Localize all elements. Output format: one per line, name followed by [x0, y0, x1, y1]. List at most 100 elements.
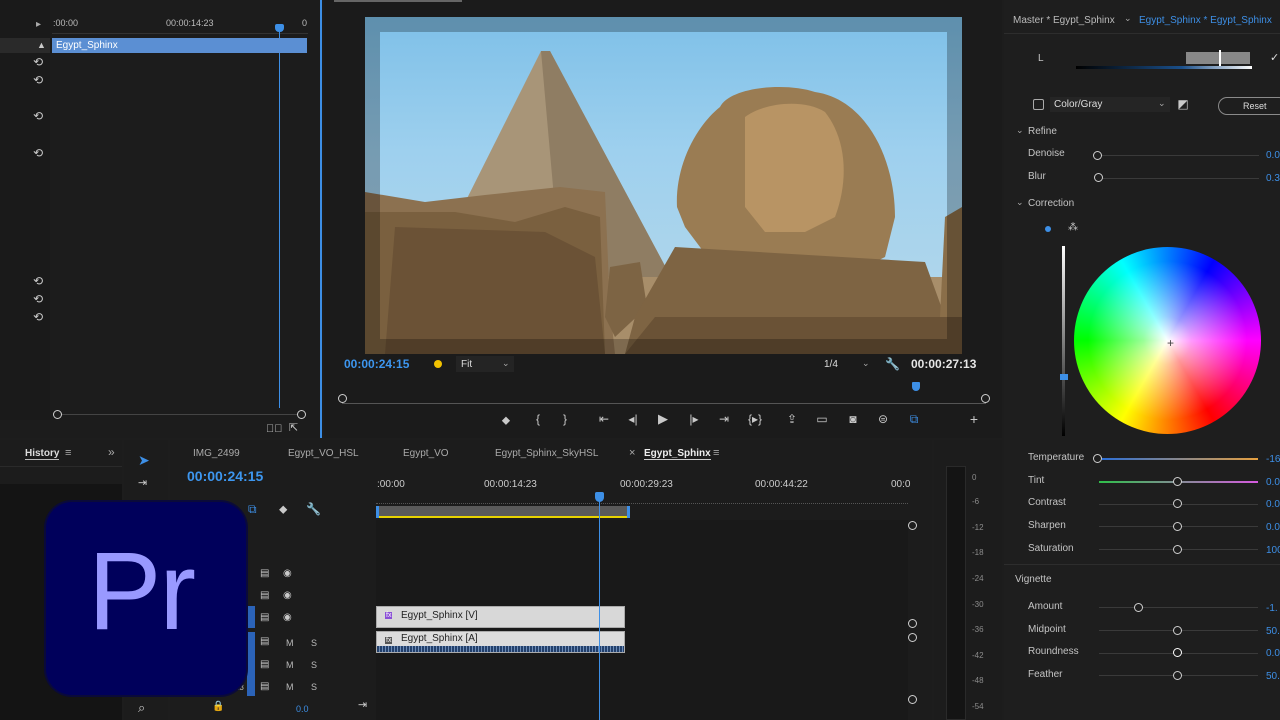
video-clip[interactable]: fx Egypt_Sphinx [V]: [376, 606, 625, 628]
amount-knob[interactable]: [1134, 603, 1143, 612]
eye-icon[interactable]: ◉: [283, 568, 292, 580]
sync-lock-icon[interactable]: ▤: [260, 568, 269, 580]
solo-button[interactable]: S: [311, 638, 317, 648]
colorgray-dropdown[interactable]: Color/Gray ⌄: [1050, 97, 1170, 112]
scroll-handle-left[interactable]: [53, 410, 62, 419]
track-target-v1[interactable]: [247, 606, 255, 628]
mute-button[interactable]: M: [286, 682, 294, 692]
roundness-value[interactable]: 0.0: [1266, 648, 1280, 659]
volume-value[interactable]: 0.0: [296, 704, 309, 714]
amount-value[interactable]: -1.: [1266, 603, 1278, 614]
blur-knob[interactable]: [1094, 173, 1103, 182]
eye-icon[interactable]: ◉: [283, 612, 292, 624]
export-frame-icon[interactable]: ▸⃞: [266, 423, 283, 435]
track-target-a1[interactable]: [247, 632, 255, 696]
blur-slider[interactable]: [1099, 178, 1259, 179]
l-gradient-slider[interactable]: [1076, 66, 1252, 69]
vscroll-handle[interactable]: [908, 633, 917, 642]
play-in-to-out-icon[interactable]: {▸}: [746, 413, 764, 425]
mark-out-icon[interactable]: }: [558, 413, 572, 425]
vscroll-handle[interactable]: [908, 619, 917, 628]
timeline-tab-3[interactable]: Egypt_Sphinx_SkyHSL: [495, 448, 598, 459]
three-wheel-icon[interactable]: ⁂: [1067, 222, 1079, 234]
master-clip-tab[interactable]: Master * Egypt_Sphinx: [1013, 15, 1115, 26]
snap-icon[interactable]: ⧉: [248, 503, 257, 515]
scrubber-handle-right[interactable]: [981, 394, 990, 403]
mute-button[interactable]: M: [286, 660, 294, 670]
marker-dot[interactable]: [434, 360, 442, 368]
expand-panels-icon[interactable]: »: [108, 445, 115, 459]
collapse-icon[interactable]: ▲: [37, 40, 46, 50]
add-marker-icon[interactable]: ⬥: [279, 503, 287, 515]
program-video-frame[interactable]: [365, 17, 962, 354]
play-arrow-icon[interactable]: ▸: [36, 19, 41, 30]
step-forward-icon[interactable]: |▸: [686, 413, 702, 425]
solo-button[interactable]: S: [311, 682, 317, 692]
denoise-slider[interactable]: [1099, 155, 1259, 156]
chevron-down-icon[interactable]: ⌄: [1016, 125, 1024, 136]
sharpen-value[interactable]: 0.0: [1266, 522, 1280, 533]
saturation-value[interactable]: 100: [1266, 545, 1280, 556]
panel-menu-icon[interactable]: ≡: [713, 447, 719, 459]
reset-icon[interactable]: ⟲: [32, 56, 44, 68]
eye-icon[interactable]: ◉: [283, 590, 292, 602]
camera-icon[interactable]: ◙: [845, 413, 861, 425]
timeline-tab-0[interactable]: IMG_2499: [193, 448, 240, 459]
chevron-down-icon[interactable]: ⌄: [1016, 197, 1024, 208]
reset-icon[interactable]: ⟲: [32, 74, 44, 86]
zoom-tool-icon[interactable]: ⌕: [138, 701, 145, 714]
go-to-out-icon[interactable]: ⇥: [716, 413, 732, 425]
scroll-handle-right[interactable]: [297, 410, 306, 419]
amount-slider[interactable]: [1099, 607, 1258, 608]
timeline-ruler[interactable]: [376, 492, 908, 504]
selection-tool-icon[interactable]: ➤: [138, 453, 150, 467]
close-tab-icon[interactable]: ×: [629, 447, 635, 459]
sync-lock-icon[interactable]: ▤: [260, 612, 269, 624]
refine-section-label[interactable]: Refine: [1028, 126, 1057, 137]
sync-lock-icon[interactable]: ▤: [260, 636, 269, 648]
midpoint-knob[interactable]: [1173, 626, 1182, 635]
audio-clip[interactable]: fx Egypt_Sphinx [A]: [376, 631, 625, 653]
resolution-dropdown[interactable]: 1/4 ⌄: [820, 356, 875, 372]
sync-lock-icon[interactable]: ▤: [260, 681, 269, 693]
share-icon[interactable]: ⇱: [289, 422, 298, 434]
mark-in-icon[interactable]: {: [531, 413, 545, 425]
fit-dropdown[interactable]: Fit ⌄: [456, 356, 514, 372]
single-wheel-radio[interactable]: [1045, 226, 1051, 232]
mute-button[interactable]: M: [286, 638, 294, 648]
add-button-icon[interactable]: +: [967, 412, 981, 426]
reset-icon[interactable]: ⟲: [32, 311, 44, 323]
feather-knob[interactable]: [1173, 671, 1182, 680]
work-area-bar[interactable]: [377, 506, 627, 516]
work-area-end-handle[interactable]: [627, 506, 630, 518]
denoise-value[interactable]: 0.0: [1266, 150, 1280, 161]
wrench-icon[interactable]: 🔧: [885, 358, 900, 370]
timeline-playhead[interactable]: [599, 498, 600, 720]
checkbox-icon[interactable]: ✓: [1270, 51, 1279, 64]
luma-slider-handle[interactable]: [1060, 374, 1068, 380]
reset-icon[interactable]: ⟲: [32, 147, 44, 159]
comparison-view-icon[interactable]: ⧉: [906, 413, 922, 425]
reset-icon[interactable]: ⟲: [32, 275, 44, 287]
sync-lock-icon[interactable]: ▤: [260, 659, 269, 671]
source-playhead-handle[interactable]: [275, 24, 284, 32]
roundness-knob[interactable]: [1173, 648, 1182, 657]
reset-button[interactable]: Reset: [1218, 97, 1280, 115]
temperature-knob[interactable]: [1093, 454, 1102, 463]
timeline-tab-2[interactable]: Egypt_VO: [403, 448, 449, 459]
track-select-tool-icon[interactable]: ⇥: [138, 477, 147, 489]
feather-value[interactable]: 50.: [1266, 671, 1280, 682]
go-to-in-icon[interactable]: ⇤: [596, 413, 612, 425]
timeline-current-timecode[interactable]: 00:00:24:15: [187, 468, 263, 484]
vignette-section-label[interactable]: Vignette: [1015, 574, 1052, 585]
panel-menu-icon[interactable]: ≡: [65, 447, 71, 459]
contrast-value[interactable]: 0.0: [1266, 499, 1280, 510]
eyedropper-icon[interactable]: ◩: [1176, 98, 1190, 110]
luma-vertical-slider[interactable]: [1062, 246, 1065, 436]
program-scrubber[interactable]: [342, 392, 986, 404]
temperature-slider[interactable]: [1102, 458, 1258, 460]
step-back-icon[interactable]: ◂|: [625, 413, 641, 425]
timeline-tab-active[interactable]: Egypt_Sphinx: [644, 448, 711, 460]
lock-icon[interactable]: 🔒: [212, 701, 224, 713]
midpoint-value[interactable]: 50.: [1266, 626, 1280, 637]
